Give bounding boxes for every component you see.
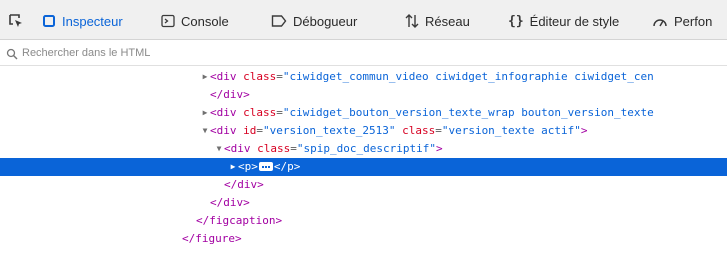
element-picker-button[interactable]	[8, 11, 30, 31]
attr-name: class	[402, 124, 436, 137]
tree-node[interactable]: </div>	[0, 86, 727, 104]
tab-inspector-label: Inspecteur	[62, 13, 123, 29]
tab-console[interactable]: Console	[161, 11, 229, 31]
tree-node[interactable]: </div>	[0, 176, 727, 194]
tree-node[interactable]: ▼ <div id="version_texte_2513" class="ve…	[0, 122, 727, 140]
tab-performance-label: Perfon	[674, 13, 713, 29]
expand-arrow-icon[interactable]: ▶	[200, 104, 210, 122]
closing-tag: </div>	[224, 178, 264, 191]
markup-tree: ▶ <div class="ciwidget_commun_video ciwi…	[0, 68, 727, 248]
devtools-toolbar: Inspecteur Console Débogueur Réseau {} É…	[0, 0, 727, 40]
attr-name: class	[243, 106, 277, 119]
search-icon	[6, 47, 18, 59]
attr-value: "version_texte_2513"	[263, 124, 396, 137]
attr-value: "ciwidget_commun_video ciwidget_infograp…	[282, 70, 654, 83]
inspector-icon	[42, 14, 56, 28]
console-icon	[161, 14, 175, 28]
closing-tag: </div>	[210, 88, 250, 101]
tag-name: <div	[210, 124, 244, 137]
tab-debugger-label: Débogueur	[293, 13, 358, 29]
closing-tag: </p>	[273, 160, 301, 173]
attr-name: class	[243, 70, 277, 83]
tab-style-editor[interactable]: {} Éditeur de style	[508, 11, 619, 31]
attr-name: class	[257, 142, 291, 155]
closing-tag: </div>	[210, 196, 250, 209]
search-input[interactable]	[22, 46, 422, 59]
tab-inspector[interactable]: Inspecteur	[42, 11, 123, 31]
collapse-arrow-icon[interactable]: ▼	[214, 140, 224, 158]
attr-value: "ciwidget_bouton_version_texte_wrap bout…	[282, 106, 654, 119]
performance-icon	[652, 14, 668, 28]
html-search-bar	[0, 40, 727, 66]
ellipsis-icon[interactable]	[258, 161, 273, 171]
tab-network[interactable]: Réseau	[405, 11, 470, 31]
tree-node[interactable]: </div>	[0, 194, 727, 212]
tree-node[interactable]: ▼ <div class="spip_doc_descriptif">	[0, 140, 727, 158]
element-picker-icon	[8, 13, 24, 29]
tag-end: >	[580, 124, 588, 137]
attr-value: "spip_doc_descriptif"	[296, 142, 436, 155]
network-icon	[405, 14, 419, 28]
expand-arrow-icon[interactable]: ▶	[200, 68, 210, 86]
closing-tag: </figure>	[182, 232, 242, 245]
tree-node[interactable]: </figure>	[0, 230, 727, 248]
tag-name: <div	[210, 70, 244, 83]
tab-debugger[interactable]: Débogueur	[271, 11, 357, 31]
closing-tag: </figcaption>	[196, 214, 283, 227]
style-editor-icon: {}	[508, 13, 524, 29]
tab-network-label: Réseau	[425, 13, 470, 29]
tab-console-label: Console	[181, 13, 229, 29]
tree-node-selected[interactable]: ▶ <p> </p>	[0, 158, 727, 176]
tag-name: <div	[224, 142, 258, 155]
expand-arrow-icon[interactable]: ▶	[228, 158, 238, 176]
debugger-icon	[271, 14, 287, 28]
tab-style-editor-label: Éditeur de style	[529, 13, 620, 29]
tag-name: <p>	[238, 160, 258, 173]
tab-performance[interactable]: Perfon	[652, 11, 712, 31]
collapse-arrow-icon[interactable]: ▼	[200, 122, 210, 140]
tree-node[interactable]: ▶ <div class="ciwidget_bouton_version_te…	[0, 104, 727, 122]
tag-end: >	[435, 142, 443, 155]
tree-node[interactable]: </figcaption>	[0, 212, 727, 230]
attr-value: "version_texte actif"	[441, 124, 581, 137]
tree-node[interactable]: ▶ <div class="ciwidget_commun_video ciwi…	[0, 68, 727, 86]
attr-name: id	[243, 124, 257, 137]
tag-name: <div	[210, 106, 244, 119]
